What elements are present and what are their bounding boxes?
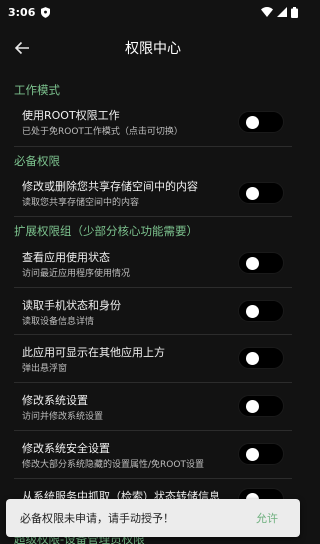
divider — [14, 216, 292, 217]
wifi-icon — [261, 7, 273, 17]
row-desc: 弹出悬浮窗 — [22, 364, 68, 374]
setting-row-write-settings[interactable]: 修改系统设置 访问并修改系统设置 — [0, 386, 306, 430]
switch-knob — [246, 257, 259, 270]
battery-icon — [291, 6, 298, 18]
row-desc: 已处于免ROOT工作模式（点击可切换） — [22, 127, 183, 137]
setting-row-usage-stats[interactable]: 查看应用使用状态 访问最近应用程序使用情况 — [0, 243, 306, 287]
section-header-required: 必备权限 — [14, 154, 60, 168]
snackbar-allow-button[interactable]: 允许 — [256, 510, 278, 526]
status-bar: 3:06 — [0, 0, 306, 24]
row-title: 查看应用使用状态 — [22, 251, 110, 264]
switch-knob — [246, 187, 259, 200]
row-title: 读取手机状态和身份 — [22, 299, 121, 312]
section-header-work-mode: 工作模式 — [14, 83, 60, 97]
row-desc: 读取您共享存储空间中的内容 — [22, 198, 140, 208]
setting-row-phone-state[interactable]: 读取手机状态和身份 读取设备信息详情 — [0, 291, 306, 335]
toggle-switch[interactable] — [238, 395, 284, 417]
section-header-extended: 扩展权限组（少部分核心功能需要） — [14, 224, 198, 238]
divider — [14, 478, 292, 479]
page-title: 权限中心 — [125, 41, 181, 57]
divider — [14, 382, 292, 383]
app-bar: 权限中心 — [0, 24, 306, 72]
status-time: 3:06 — [8, 5, 36, 19]
switch-knob — [246, 305, 259, 318]
switch-knob — [246, 448, 259, 461]
snackbar-message: 必备权限未申请，请手动授予！ — [20, 512, 174, 525]
row-desc: 访问并修改系统设置 — [22, 412, 104, 422]
row-title: 修改系统安全设置 — [22, 442, 110, 455]
row-desc: 读取设备信息详情 — [22, 317, 95, 327]
switch-knob — [246, 400, 259, 413]
row-title: 使用ROOT权限工作 — [22, 109, 120, 122]
divider — [14, 146, 292, 147]
setting-row-root-mode[interactable]: 使用ROOT权限工作 已处于免ROOT工作模式（点击可切换） — [0, 101, 306, 145]
divider — [14, 334, 292, 335]
setting-row-storage[interactable]: 修改或删除您共享存储空间中的内容 读取您共享存储空间中的内容 — [0, 172, 306, 216]
toggle-switch[interactable] — [238, 347, 284, 369]
setting-row-overlay[interactable]: 此应用可显示在其他应用上方 弹出悬浮窗 — [0, 338, 306, 382]
row-desc: 访问最近应用程序使用情况 — [22, 269, 131, 279]
switch-knob — [246, 116, 259, 129]
divider — [14, 287, 292, 288]
row-title: 修改系统设置 — [22, 394, 88, 407]
switch-knob — [246, 352, 259, 365]
setting-row-secure-settings[interactable]: 修改系统安全设置 修改大部分系统隐藏的设置属性/免ROOT设置 — [0, 434, 306, 478]
row-title: 此应用可显示在其他应用上方 — [22, 346, 165, 359]
toggle-switch[interactable] — [238, 252, 284, 274]
divider — [14, 430, 292, 431]
row-title: 修改或删除您共享存储空间中的内容 — [22, 180, 198, 193]
cellular-signal-icon — [277, 7, 287, 17]
toggle-switch[interactable] — [238, 443, 284, 465]
toggle-switch[interactable] — [238, 182, 284, 204]
shield-icon — [41, 6, 51, 18]
snackbar: 必备权限未申请，请手动授予！ 允许 — [6, 499, 300, 537]
row-desc: 修改大部分系统隐藏的设置属性/免ROOT设置 — [22, 460, 204, 470]
toggle-switch[interactable] — [238, 111, 284, 133]
toggle-switch[interactable] — [238, 300, 284, 322]
